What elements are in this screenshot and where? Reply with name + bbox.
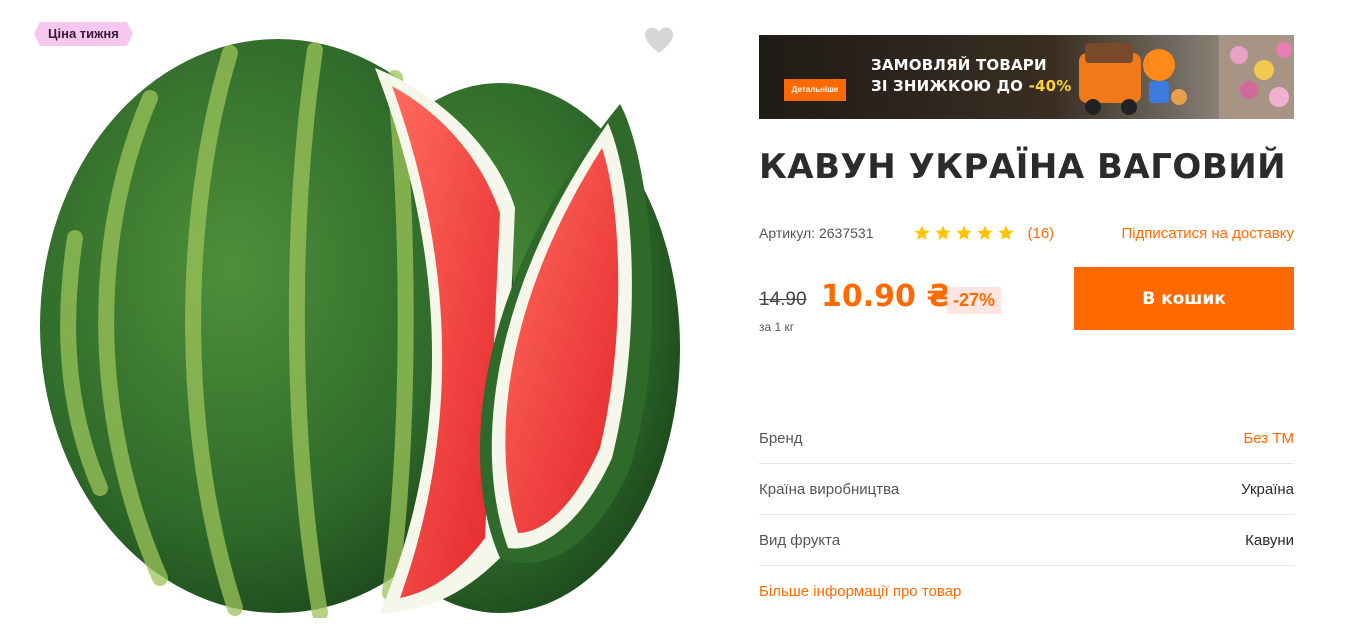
add-to-cart-button[interactable]: В кошик [1074, 267, 1294, 330]
promo-details-button[interactable]: Детальніше [784, 79, 846, 101]
current-price: 10.90 ₴ [821, 279, 953, 314]
star-icon [935, 225, 951, 240]
rating-stars[interactable] [913, 224, 1015, 242]
product-info: Детальніше ЗАМОВЛЯЙ ТОВАРИ ЗІ ЗНИЖКОЮ ДО… [759, 35, 1294, 601]
promo-line-1: ЗАМОВЛЯЙ ТОВАРИ [871, 56, 1047, 74]
spec-row-brand: Бренд Без ТМ [759, 413, 1294, 464]
spec-value: Україна [1241, 480, 1294, 498]
promo-discount: -40% [1028, 77, 1072, 95]
discount-badge: -27% [947, 287, 1002, 314]
product-gallery: Ціна тижня [0, 0, 700, 628]
promo-illustration [1079, 35, 1294, 119]
spec-label: Вид фрукта [759, 531, 841, 549]
old-price: 14.90 [759, 289, 807, 310]
star-icon [914, 225, 930, 240]
spec-label: Бренд [759, 429, 803, 447]
subscribe-delivery-link[interactable]: Підписатися на доставку [1121, 225, 1294, 242]
watermelon-image [40, 39, 680, 618]
star-icon [977, 225, 993, 240]
spec-label: Країна виробництва [759, 480, 900, 498]
spec-row-fruit-type: Вид фрукта Кавуни [759, 515, 1294, 566]
star-icon [998, 225, 1014, 240]
more-info-link[interactable]: Більше інформації про товар [759, 583, 961, 600]
reviews-count-link[interactable]: (16) [1027, 225, 1054, 242]
promo-line-2: ЗІ ЗНИЖКОЮ ДО -40% [871, 76, 1072, 97]
promo-text: ЗАМОВЛЯЙ ТОВАРИ ЗІ ЗНИЖКОЮ ДО -40% [871, 55, 1072, 97]
spec-value: Кавуни [1245, 531, 1294, 549]
product-title: КАВУН УКРАЇНА ВАГОВИЙ [759, 147, 1287, 187]
spec-row-country: Країна виробництва Україна [759, 464, 1294, 515]
price-unit: за 1 кг [759, 320, 795, 334]
price-block: 14.90 10.90 ₴ -27% за 1 кг В кошик [759, 267, 1294, 341]
sku-label: Артикул: 2637531 [759, 225, 874, 241]
specs-table: Бренд Без ТМ Країна виробництва Україна … [759, 413, 1294, 566]
product-meta: Артикул: 2637531 (16) Підписатися на дос… [759, 223, 1294, 243]
promo-banner[interactable]: Детальніше ЗАМОВЛЯЙ ТОВАРИ ЗІ ЗНИЖКОЮ ДО… [759, 35, 1294, 119]
star-icon [956, 225, 972, 240]
promo-line-2-text: ЗІ ЗНИЖКОЮ ДО [871, 77, 1029, 95]
brand-link[interactable]: Без ТМ [1243, 430, 1294, 447]
